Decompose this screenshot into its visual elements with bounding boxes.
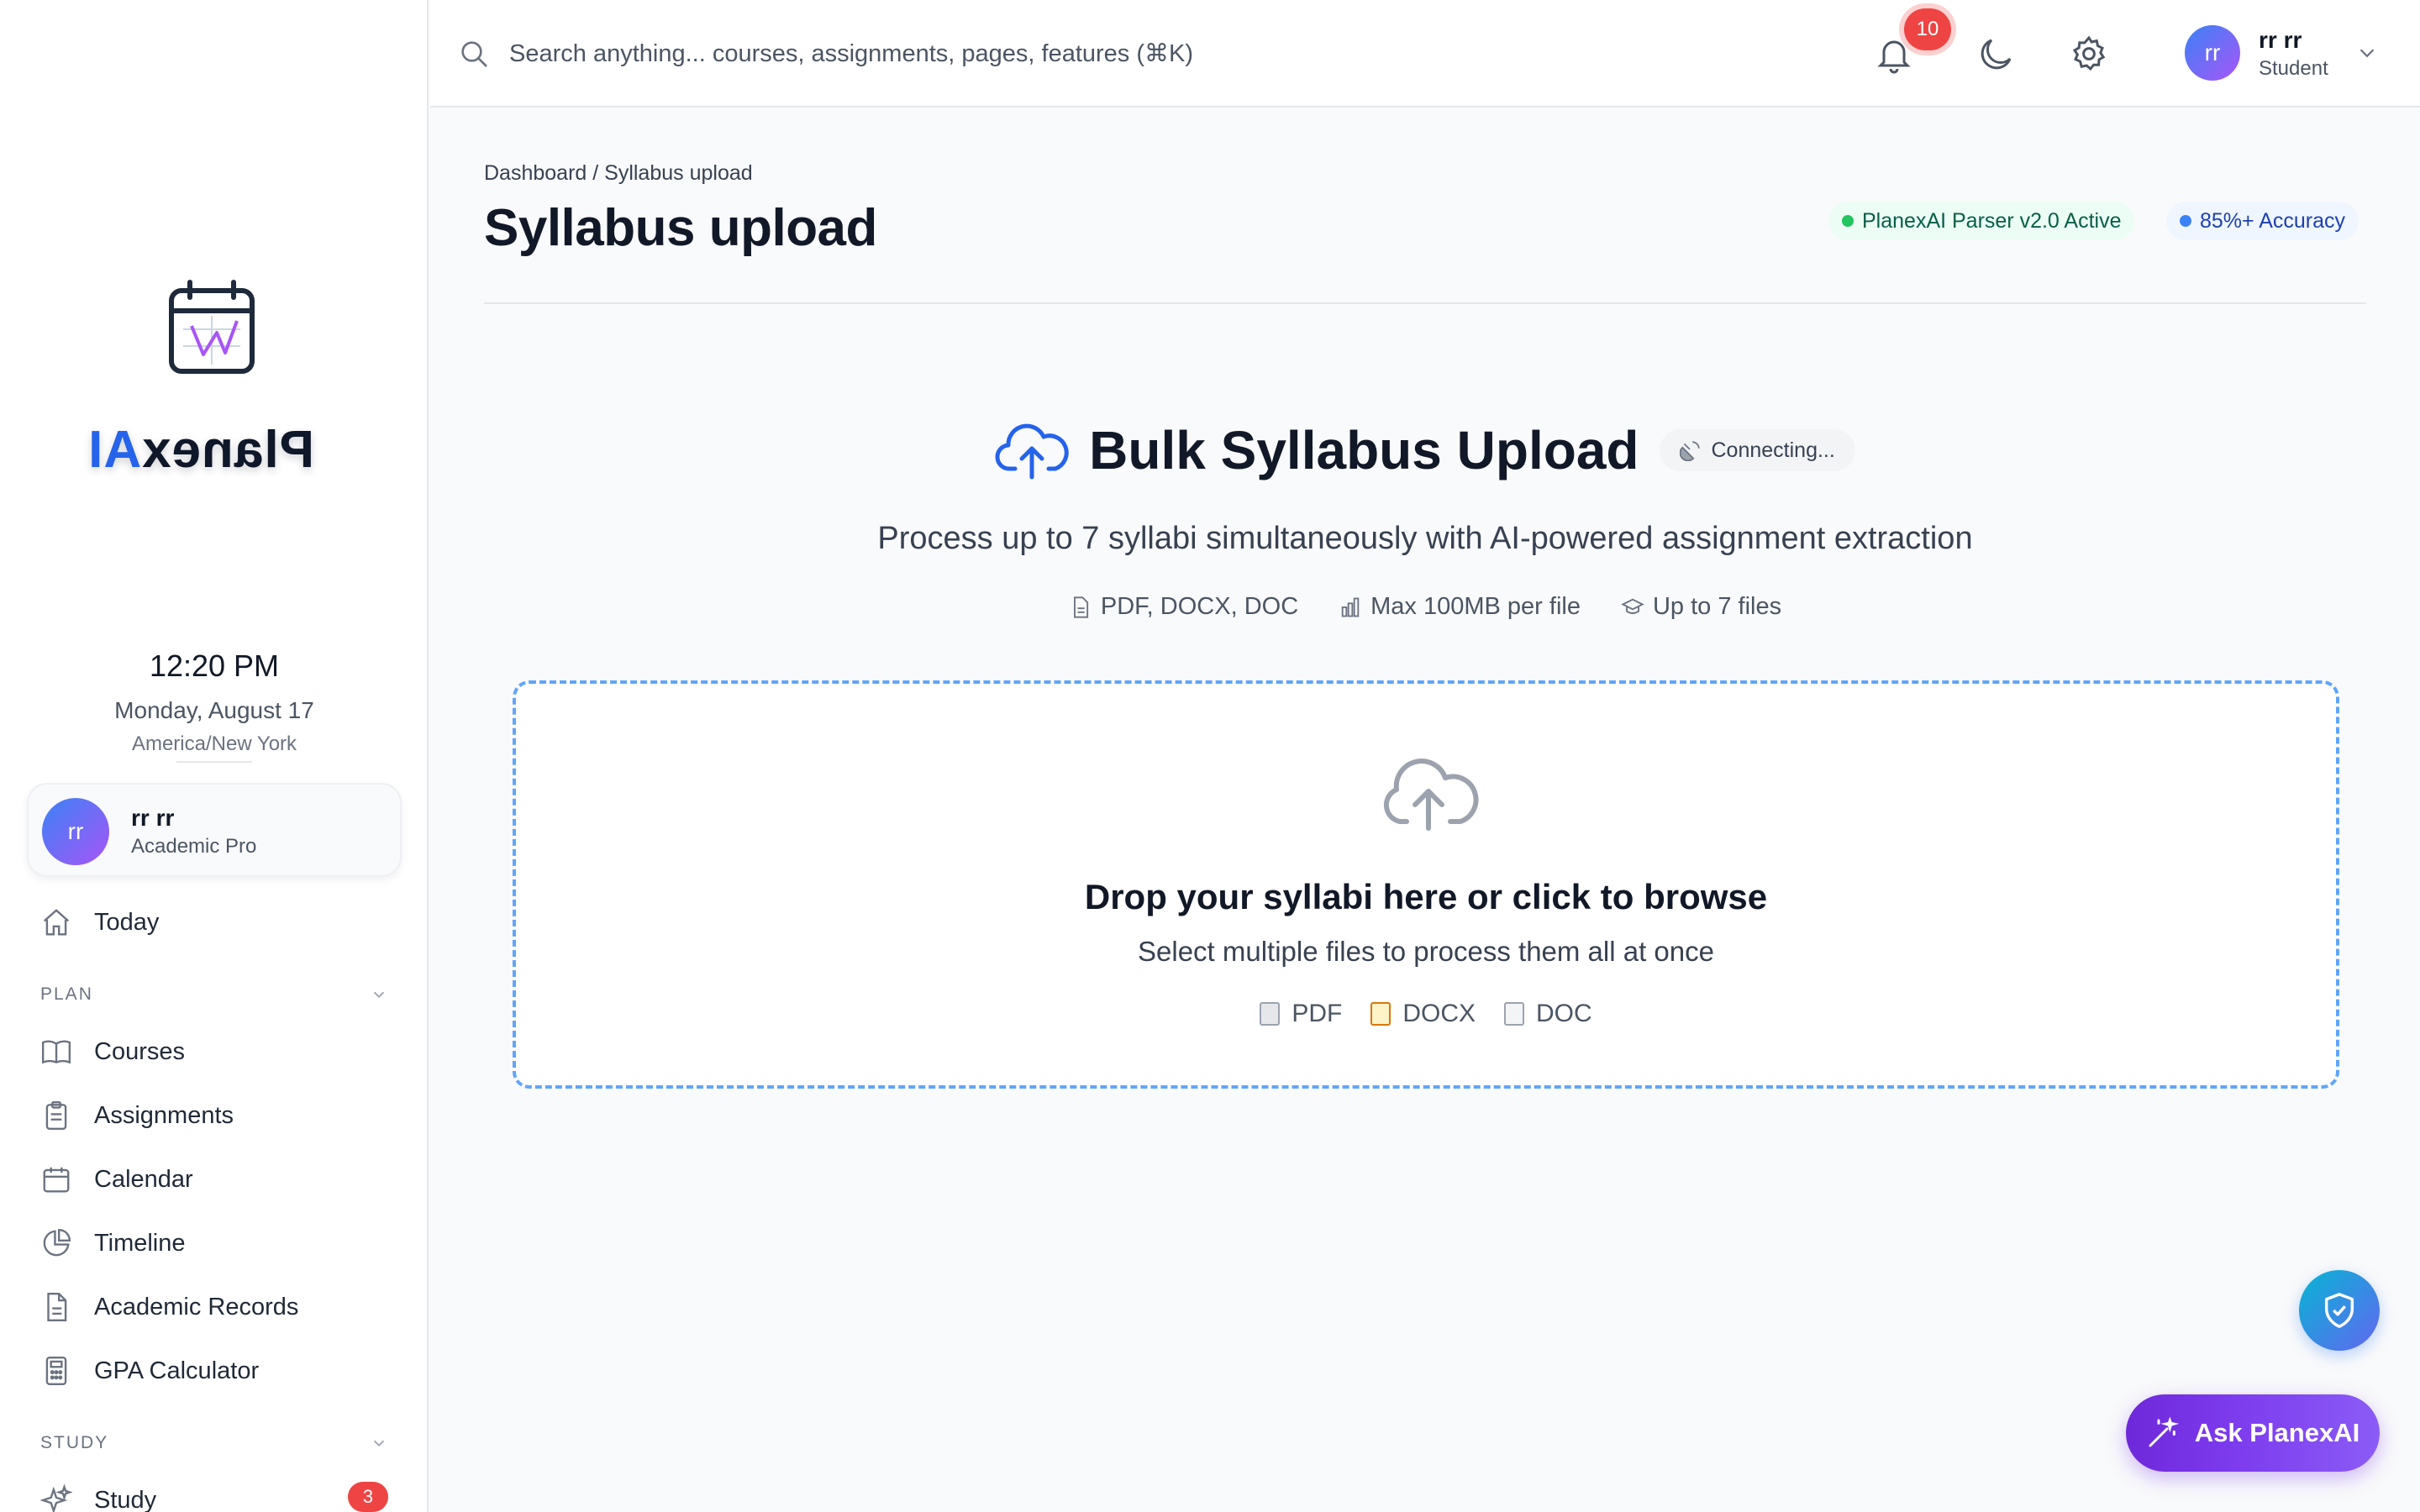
spec-label: Up to 7 files [1652, 593, 1782, 620]
nav-label: Calendar [94, 1165, 193, 1193]
file-dropzone[interactable]: Drop your syllabi here or click to brows… [513, 680, 2339, 1089]
nav-label: Courses [94, 1037, 185, 1065]
divider [176, 761, 252, 763]
cloud-upload-icon [1383, 759, 1479, 831]
top-bar: 10 rr rr rr Student [430, 0, 2420, 108]
moon-icon[interactable] [1976, 34, 2017, 74]
nav-item-academic-records[interactable]: Academic Records [40, 1290, 298, 1324]
profile-card[interactable]: rr rr rr Academic Pro [27, 783, 402, 877]
file-type-label: PDF [1292, 1000, 1343, 1027]
ask-assistant-label: Ask PlanexAI [2194, 1418, 2360, 1447]
bar-chart-icon [1341, 597, 1360, 617]
calculator-icon [45, 1356, 67, 1386]
nav-label: Today [94, 908, 160, 936]
search-input[interactable] [509, 29, 1770, 79]
clock-time: 12:20 PM [149, 648, 280, 683]
file-type-label: DOCX [1402, 1000, 1476, 1027]
spec-size: Max 100MB per file [1339, 593, 1581, 621]
search-icon [461, 41, 487, 67]
memo-icon [1370, 1002, 1392, 1026]
calendar-logo-icon [169, 280, 255, 374]
status-dot [2180, 215, 2191, 227]
status-dot [1842, 215, 1854, 227]
study-count-badge: 3 [348, 1482, 388, 1512]
spec-formats: PDF, DOCX, DOC [1069, 593, 1298, 621]
badge-label: PlanexAI Parser v2.0 Active [1862, 208, 2122, 233]
dropzone-title: Drop your syllabi here or click to brows… [1084, 877, 1768, 916]
file-type-pdf: PDF [1260, 1000, 1342, 1028]
spec-label: Max 100MB per file [1370, 593, 1581, 620]
chevron-down-icon [373, 1440, 385, 1447]
page-icon [1260, 1002, 1281, 1026]
avatar: rr [42, 798, 109, 865]
nav-label: Academic Records [94, 1293, 299, 1320]
gear-icon[interactable] [2069, 34, 2109, 74]
user-role: Student [2259, 57, 2328, 80]
file-type-label: DOC [1536, 1000, 1592, 1027]
upload-specs: PDF, DOCX, DOC Max 100MB per file Up to … [430, 593, 2420, 621]
chevron-down-icon [373, 991, 385, 999]
document-icon [47, 1292, 67, 1322]
badge-label: 85%+ Accuracy [2200, 208, 2346, 233]
profile-name: rr rr [131, 805, 175, 831]
graduation-cap-icon [1621, 598, 1644, 614]
spec-label: PDF, DOCX, DOC [1100, 593, 1299, 620]
breadcrumb[interactable]: Dashboard / Syllabus upload [484, 161, 753, 186]
home-icon [43, 909, 70, 936]
book-icon [41, 1040, 71, 1064]
nav-item-assignments[interactable]: Assignments [40, 1099, 234, 1132]
page-title: Syllabus upload [484, 199, 877, 257]
dropzone-subtitle: Select multiple files to process them al… [1138, 936, 1714, 967]
chevron-down-icon[interactable] [2354, 40, 2380, 66]
divider [484, 302, 2366, 304]
nav-item-calendar[interactable]: Calendar [40, 1163, 193, 1196]
clock-date: Monday, August 17 [114, 697, 314, 723]
nav-label: GPA Calculator [94, 1357, 260, 1384]
upload-heading: Bulk Syllabus Upload [1089, 420, 1639, 480]
file-type-doc: DOC [1504, 1000, 1592, 1028]
accuracy-badge: 85%+ Accuracy [2166, 202, 2360, 240]
section-header-study[interactable]: STUDY [40, 1433, 388, 1453]
ask-assistant-button[interactable]: Ask PlanexAI [2126, 1394, 2380, 1472]
nav-label: Timeline [94, 1229, 186, 1257]
status-label: Connecting... [1711, 438, 1835, 462]
nav-item-courses[interactable]: Courses [40, 1035, 185, 1068]
section-label: STUDY [40, 1433, 109, 1452]
section-header-plan[interactable]: PLAN [40, 984, 388, 1005]
sidebar: PlanexAI 12:20 PM Monday, August 17 Amer… [0, 0, 429, 1512]
nav-item-timeline[interactable]: Timeline [40, 1226, 186, 1260]
section-label: PLAN [40, 984, 93, 1004]
parser-status-badge: PlanexAI Parser v2.0 Active [1828, 202, 2135, 240]
upload-header: Bulk Syllabus Upload Connecting... [430, 417, 2420, 484]
file-type-docx: DOCX [1370, 1000, 1476, 1028]
satellite-icon [1679, 441, 1700, 461]
shield-check-icon [2324, 1293, 2354, 1328]
clipboard-icon [45, 1100, 67, 1131]
notification-badge: 10 [1904, 8, 1951, 50]
nav-item-gpa-calculator[interactable]: GPA Calculator [40, 1354, 259, 1388]
cloud-upload-icon [995, 423, 1069, 480]
security-button[interactable] [2299, 1270, 2380, 1351]
user-avatar[interactable]: rr [2185, 25, 2240, 81]
brand-logo[interactable]: PlanexAI [87, 420, 314, 479]
profile-plan: Academic Pro [131, 835, 257, 858]
magic-wand-icon [2149, 1416, 2180, 1447]
nav-label: Assignments [94, 1101, 234, 1129]
file-type-list: PDF DOCX DOC [516, 1000, 2336, 1028]
nav-item-study[interactable]: Study [40, 1483, 156, 1512]
connection-status-badge: Connecting... [1659, 429, 1855, 471]
clock-timezone: America/New York [131, 732, 297, 755]
pie-chart-icon [43, 1228, 71, 1257]
spec-count: Up to 7 files [1621, 593, 1781, 621]
user-name[interactable]: rr rr [2259, 27, 2302, 54]
calendar-icon [43, 1167, 70, 1193]
sparkles-icon [40, 1484, 72, 1512]
scroll-icon [1504, 1002, 1524, 1026]
upload-subtitle: Process up to 7 syllabi simultaneously w… [877, 521, 1973, 556]
nav-item-today[interactable]: Today [40, 906, 159, 939]
file-icon [1073, 596, 1088, 618]
nav-label: Study [94, 1486, 157, 1512]
